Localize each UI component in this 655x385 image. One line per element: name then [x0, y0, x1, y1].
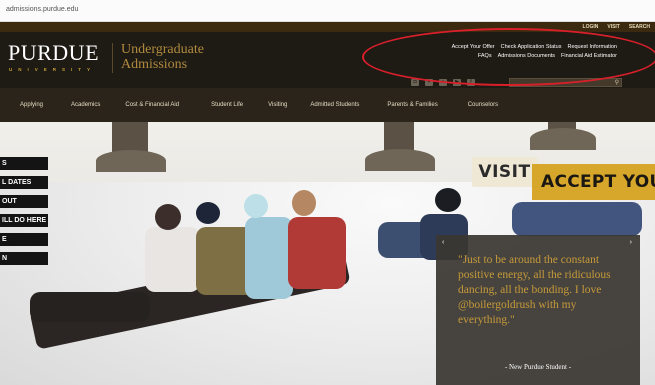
facebook-icon[interactable]: f	[467, 79, 475, 86]
quick-link-request-info[interactable]: Request Information	[567, 44, 617, 50]
tree-roots	[96, 150, 166, 172]
left-tab[interactable]: S	[0, 157, 49, 170]
social-icons: ◘ ✦ ● ▶ f	[411, 79, 475, 86]
search-icon[interactable]: ⚲	[615, 79, 619, 87]
url-text: admissions.purdue.edu	[6, 6, 79, 13]
nav-item-parents-families[interactable]: Parents & Families	[387, 102, 437, 108]
left-tab[interactable]: E	[0, 233, 49, 246]
flickr-icon[interactable]: ●	[439, 79, 447, 86]
instagram-icon[interactable]: ◘	[411, 79, 419, 86]
student	[30, 292, 150, 322]
accept-offer-button[interactable]: ACCEPT YOUR OF	[532, 164, 655, 200]
nav-item-applying[interactable]: Applying	[20, 102, 43, 108]
quick-links-row-2: FAQs Admissions Documents Financial Aid …	[478, 53, 617, 59]
quick-link-application-status[interactable]: Check Application Status	[501, 44, 562, 50]
twitter-icon[interactable]: ✦	[425, 79, 433, 86]
quick-links-row-1: Accept Your Offer Check Application Stat…	[452, 44, 617, 50]
quote-next-arrow[interactable]: ›	[630, 239, 632, 246]
quote-prev-arrow[interactable]: ‹	[442, 239, 444, 246]
student	[145, 227, 200, 292]
address-bar[interactable]: admissions.purdue.edu	[0, 0, 655, 22]
student-head	[244, 194, 268, 218]
page-frame: admissions.purdue.edu LOGIN VISIT SEARCH…	[0, 0, 655, 385]
tree-roots	[530, 128, 596, 150]
left-tab[interactable]: L DATES	[0, 176, 49, 189]
logo-divider	[112, 43, 113, 73]
left-tab[interactable]: N	[0, 252, 49, 265]
student	[288, 217, 346, 289]
nav-item-admitted-students[interactable]: Admitted Students	[310, 102, 359, 108]
nav-item-academics[interactable]: Academics	[71, 102, 100, 108]
left-side-tabs: S L DATES OUT ILL DO HERE E N	[0, 157, 49, 265]
student	[512, 202, 642, 236]
utility-link-login[interactable]: LOGIN	[583, 24, 599, 32]
quick-link-admissions-documents[interactable]: Admissions Documents	[498, 53, 555, 59]
student-head	[435, 188, 461, 212]
tree-roots	[365, 149, 435, 171]
left-tab[interactable]: ILL DO HERE	[0, 214, 49, 227]
search-input[interactable]: ⚲	[509, 78, 622, 87]
nav-item-counselors[interactable]: Counselors	[468, 102, 498, 108]
purdue-logo[interactable]: PURDUE	[8, 40, 99, 66]
nav-item-student-life[interactable]: Student Life	[211, 102, 243, 108]
site-header: PURDUE UNIVERSITY Undergraduate Admissio…	[0, 32, 655, 88]
utility-link-search[interactable]: SEARCH	[629, 24, 650, 32]
left-tab[interactable]: OUT	[0, 195, 49, 208]
nav-item-cost-financial-aid[interactable]: Cost & Financial Aid	[125, 102, 179, 108]
purdue-logo-subtitle: UNIVERSITY	[9, 67, 97, 72]
quick-link-accept-offer[interactable]: Accept Your Offer	[452, 44, 495, 50]
utility-link-visit[interactable]: VISIT	[607, 24, 620, 32]
quick-link-faqs[interactable]: FAQs	[478, 53, 492, 59]
student-head	[155, 204, 181, 230]
nav-item-visiting[interactable]: Visiting	[268, 102, 287, 108]
utility-bar: LOGIN VISIT SEARCH	[0, 22, 655, 32]
hero-banner: S L DATES OUT ILL DO HERE E N VISIT ACCE…	[0, 122, 655, 385]
visit-button[interactable]: VISIT	[472, 157, 537, 187]
youtube-icon[interactable]: ▶	[453, 79, 461, 86]
unit-title[interactable]: Undergraduate Admissions	[121, 42, 251, 72]
main-nav: Applying Academics Cost & Financial Aid …	[0, 88, 655, 122]
testimonial-attribution: - New Purdue Student -	[504, 363, 572, 371]
testimonial-quote-panel: ‹ › "Just to be around the constant posi…	[436, 235, 640, 385]
testimonial-quote: "Just to be around the constant positive…	[458, 254, 611, 326]
student	[245, 217, 293, 299]
student-head	[196, 202, 220, 224]
quick-link-financial-aid-estimator[interactable]: Financial Aid Estimator	[561, 53, 617, 59]
student-head	[292, 190, 316, 216]
